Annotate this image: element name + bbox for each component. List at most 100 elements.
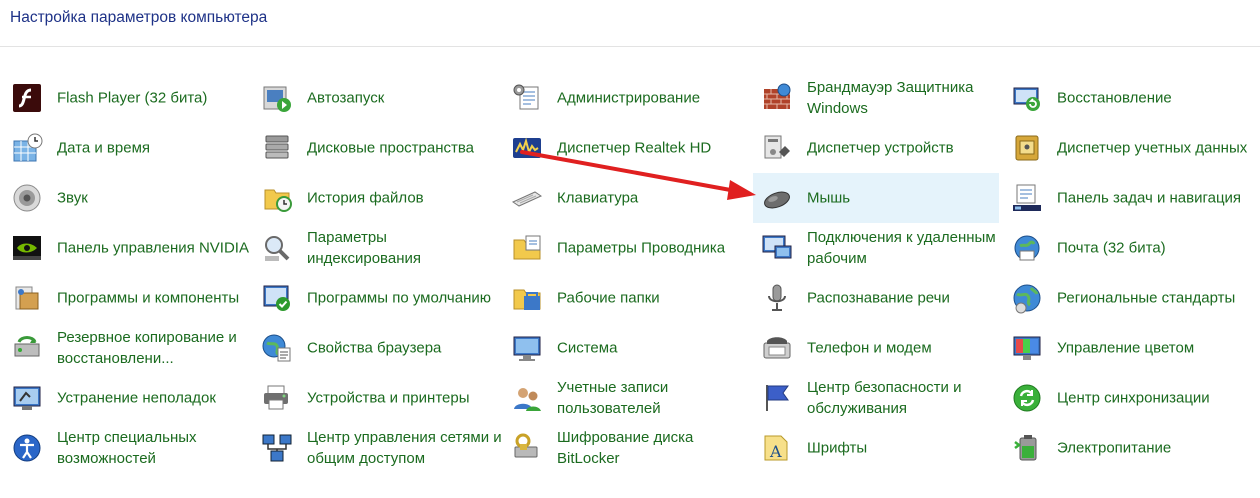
mouse-icon <box>761 182 793 214</box>
item-label[interactable]: Параметры Проводника <box>557 238 752 259</box>
keyboard-icon <box>511 182 543 214</box>
item-label[interactable]: Устройства и принтеры <box>307 388 502 409</box>
item-label[interactable]: Программы и компоненты <box>57 288 252 309</box>
item-label[interactable]: Автозапуск <box>307 88 502 109</box>
control-panel-item-default-programs[interactable]: Программы по умолчанию <box>253 273 499 323</box>
control-panel-item-credential-manager[interactable]: Диспетчер учетных данных <box>1003 123 1249 173</box>
item-label[interactable]: Звук <box>57 188 252 209</box>
control-panel-item-region[interactable]: Региональные стандарты <box>1003 273 1249 323</box>
control-panel-item-color-management[interactable]: Управление цветом <box>1003 323 1249 373</box>
control-panel-item-indexing[interactable]: Параметры индексирования <box>253 223 499 273</box>
item-label[interactable]: Система <box>557 338 752 359</box>
control-panel-item-autoplay[interactable]: Автозапуск <box>253 73 499 123</box>
control-panel-item-accessibility[interactable]: Центр специальных возможностей <box>3 423 249 473</box>
mail-icon <box>1011 232 1043 264</box>
credential-manager-icon <box>1011 132 1043 164</box>
control-panel-item-sync-center[interactable]: Центр синхронизации <box>1003 373 1249 423</box>
control-panel-item-date-time[interactable]: Дата и время <box>3 123 249 173</box>
control-panel-item-nvidia[interactable]: Панель управления NVIDIA <box>3 223 249 273</box>
network-center-icon <box>261 432 293 464</box>
item-label[interactable]: Центр безопасности и обслуживания <box>807 377 1002 419</box>
taskbar-icon <box>1011 182 1043 214</box>
control-panel-item-admin-tools[interactable]: Администрирование <box>503 73 749 123</box>
control-panel-item-realtek[interactable]: Диспетчер Realtek HD <box>503 123 749 173</box>
control-panel-item-programs[interactable]: Программы и компоненты <box>3 273 249 323</box>
control-panel-item-remote-desktop[interactable]: Подключения к удаленным рабочим <box>753 223 999 273</box>
control-panel-item-bitlocker[interactable]: Шифрование диска BitLocker <box>503 423 749 473</box>
item-label[interactable]: Центр специальных возможностей <box>57 427 252 469</box>
item-label[interactable]: Клавиатура <box>557 188 752 209</box>
control-panel-item-user-accounts[interactable]: Учетные записи пользователей <box>503 373 749 423</box>
bitlocker-icon <box>511 432 543 464</box>
item-label[interactable]: Диспетчер учетных данных <box>1057 138 1252 159</box>
accessibility-icon <box>11 432 43 464</box>
control-panel-grid: Flash Player (32 бита) Дата и время Звук Па… <box>0 73 1260 498</box>
item-label[interactable]: Телефон и модем <box>807 338 1002 359</box>
item-label[interactable]: Брандмауэр Защитника Windows <box>807 77 1002 119</box>
file-history-icon <box>261 182 293 214</box>
item-label[interactable]: Электропитание <box>1057 438 1252 459</box>
control-panel-item-work-folders[interactable]: Рабочие папки <box>503 273 749 323</box>
control-panel-item-network-center[interactable]: Центр управления сетями и общим доступом <box>253 423 502 473</box>
backup-icon <box>11 332 43 364</box>
page-title: Настройка параметров компьютера <box>10 9 268 26</box>
item-label[interactable]: Дисковые пространства <box>307 138 502 159</box>
item-label[interactable]: Диспетчер устройств <box>807 138 1002 159</box>
control-panel-item-file-history[interactable]: История файлов <box>253 173 499 223</box>
control-panel-item-device-manager[interactable]: Диспетчер устройств <box>753 123 999 173</box>
item-label[interactable]: Центр синхронизации <box>1057 388 1252 409</box>
control-panel-item-fonts[interactable]: A Шрифты <box>753 423 999 473</box>
recovery-icon <box>1011 82 1043 114</box>
item-label[interactable]: Распознавание речи <box>807 288 1002 309</box>
item-label[interactable]: История файлов <box>307 188 502 209</box>
control-panel-item-flash-player[interactable]: Flash Player (32 бита) <box>3 73 249 123</box>
admin-tools-icon <box>511 82 543 114</box>
item-label[interactable]: Региональные стандарты <box>1057 288 1252 309</box>
item-label[interactable]: Свойства браузера <box>307 338 502 359</box>
item-label[interactable]: Дата и время <box>57 138 252 159</box>
item-label[interactable]: Панель управления NVIDIA <box>57 238 252 259</box>
control-panel-item-troubleshooting[interactable]: Устранение неполадок <box>3 373 249 423</box>
item-label[interactable]: Шифрование диска BitLocker <box>557 427 752 469</box>
item-label[interactable]: Панель задач и навигация <box>1057 188 1252 209</box>
item-label[interactable]: Администрирование <box>557 88 752 109</box>
item-label[interactable]: Подключения к удаленным рабочим <box>807 227 1002 269</box>
sync-center-icon <box>1011 382 1043 414</box>
item-label[interactable]: Мышь <box>807 188 1002 209</box>
item-label[interactable]: Шрифты <box>807 438 1002 459</box>
control-panel-item-storage-spaces[interactable]: Дисковые пространства <box>253 123 499 173</box>
item-label[interactable]: Центр управления сетями и общим доступом <box>307 427 502 469</box>
item-label[interactable]: Управление цветом <box>1057 338 1252 359</box>
control-panel-item-speech[interactable]: Распознавание речи <box>753 273 999 323</box>
user-accounts-icon <box>511 382 543 414</box>
item-label[interactable]: Восстановление <box>1057 88 1252 109</box>
control-panel-item-printers[interactable]: Устройства и принтеры <box>253 373 499 423</box>
control-panel-item-recovery[interactable]: Восстановление <box>1003 73 1249 123</box>
item-label[interactable]: Программы по умолчанию <box>307 288 502 309</box>
firewall-icon <box>761 82 793 114</box>
control-panel-item-mouse[interactable]: Мышь <box>753 173 999 223</box>
control-panel-item-internet-options[interactable]: Свойства браузера <box>253 323 499 373</box>
control-panel-item-phone-modem[interactable]: Телефон и модем <box>753 323 999 373</box>
control-panel-item-explorer-options[interactable]: Параметры Проводника <box>503 223 749 273</box>
item-label[interactable]: Рабочие папки <box>557 288 752 309</box>
svg-text:A: A <box>769 442 782 461</box>
security-center-icon <box>761 382 793 414</box>
control-panel-item-keyboard[interactable]: Клавиатура <box>503 173 749 223</box>
control-panel-item-security-center[interactable]: Центр безопасности и обслуживания <box>753 373 999 423</box>
item-label[interactable]: Диспетчер Realtek HD <box>557 138 752 159</box>
item-label[interactable]: Почта (32 бита) <box>1057 238 1252 259</box>
control-panel-item-system[interactable]: Система <box>503 323 749 373</box>
item-label[interactable]: Параметры индексирования <box>307 227 502 269</box>
control-panel-item-taskbar[interactable]: Панель задач и навигация <box>1003 173 1249 223</box>
internet-options-icon <box>261 332 293 364</box>
control-panel-item-power-options[interactable]: Электропитание <box>1003 423 1249 473</box>
item-label[interactable]: Резервное копирование и восстановлени... <box>57 327 252 369</box>
control-panel-item-backup[interactable]: Резервное копирование и восстановлени... <box>3 323 249 373</box>
control-panel-item-sound[interactable]: Звук <box>3 173 249 223</box>
item-label[interactable]: Flash Player (32 бита) <box>57 88 252 109</box>
item-label[interactable]: Устранение неполадок <box>57 388 252 409</box>
control-panel-item-mail[interactable]: Почта (32 бита) <box>1003 223 1249 273</box>
control-panel-item-firewall[interactable]: Брандмауэр Защитника Windows <box>753 73 999 123</box>
item-label[interactable]: Учетные записи пользователей <box>557 377 752 419</box>
